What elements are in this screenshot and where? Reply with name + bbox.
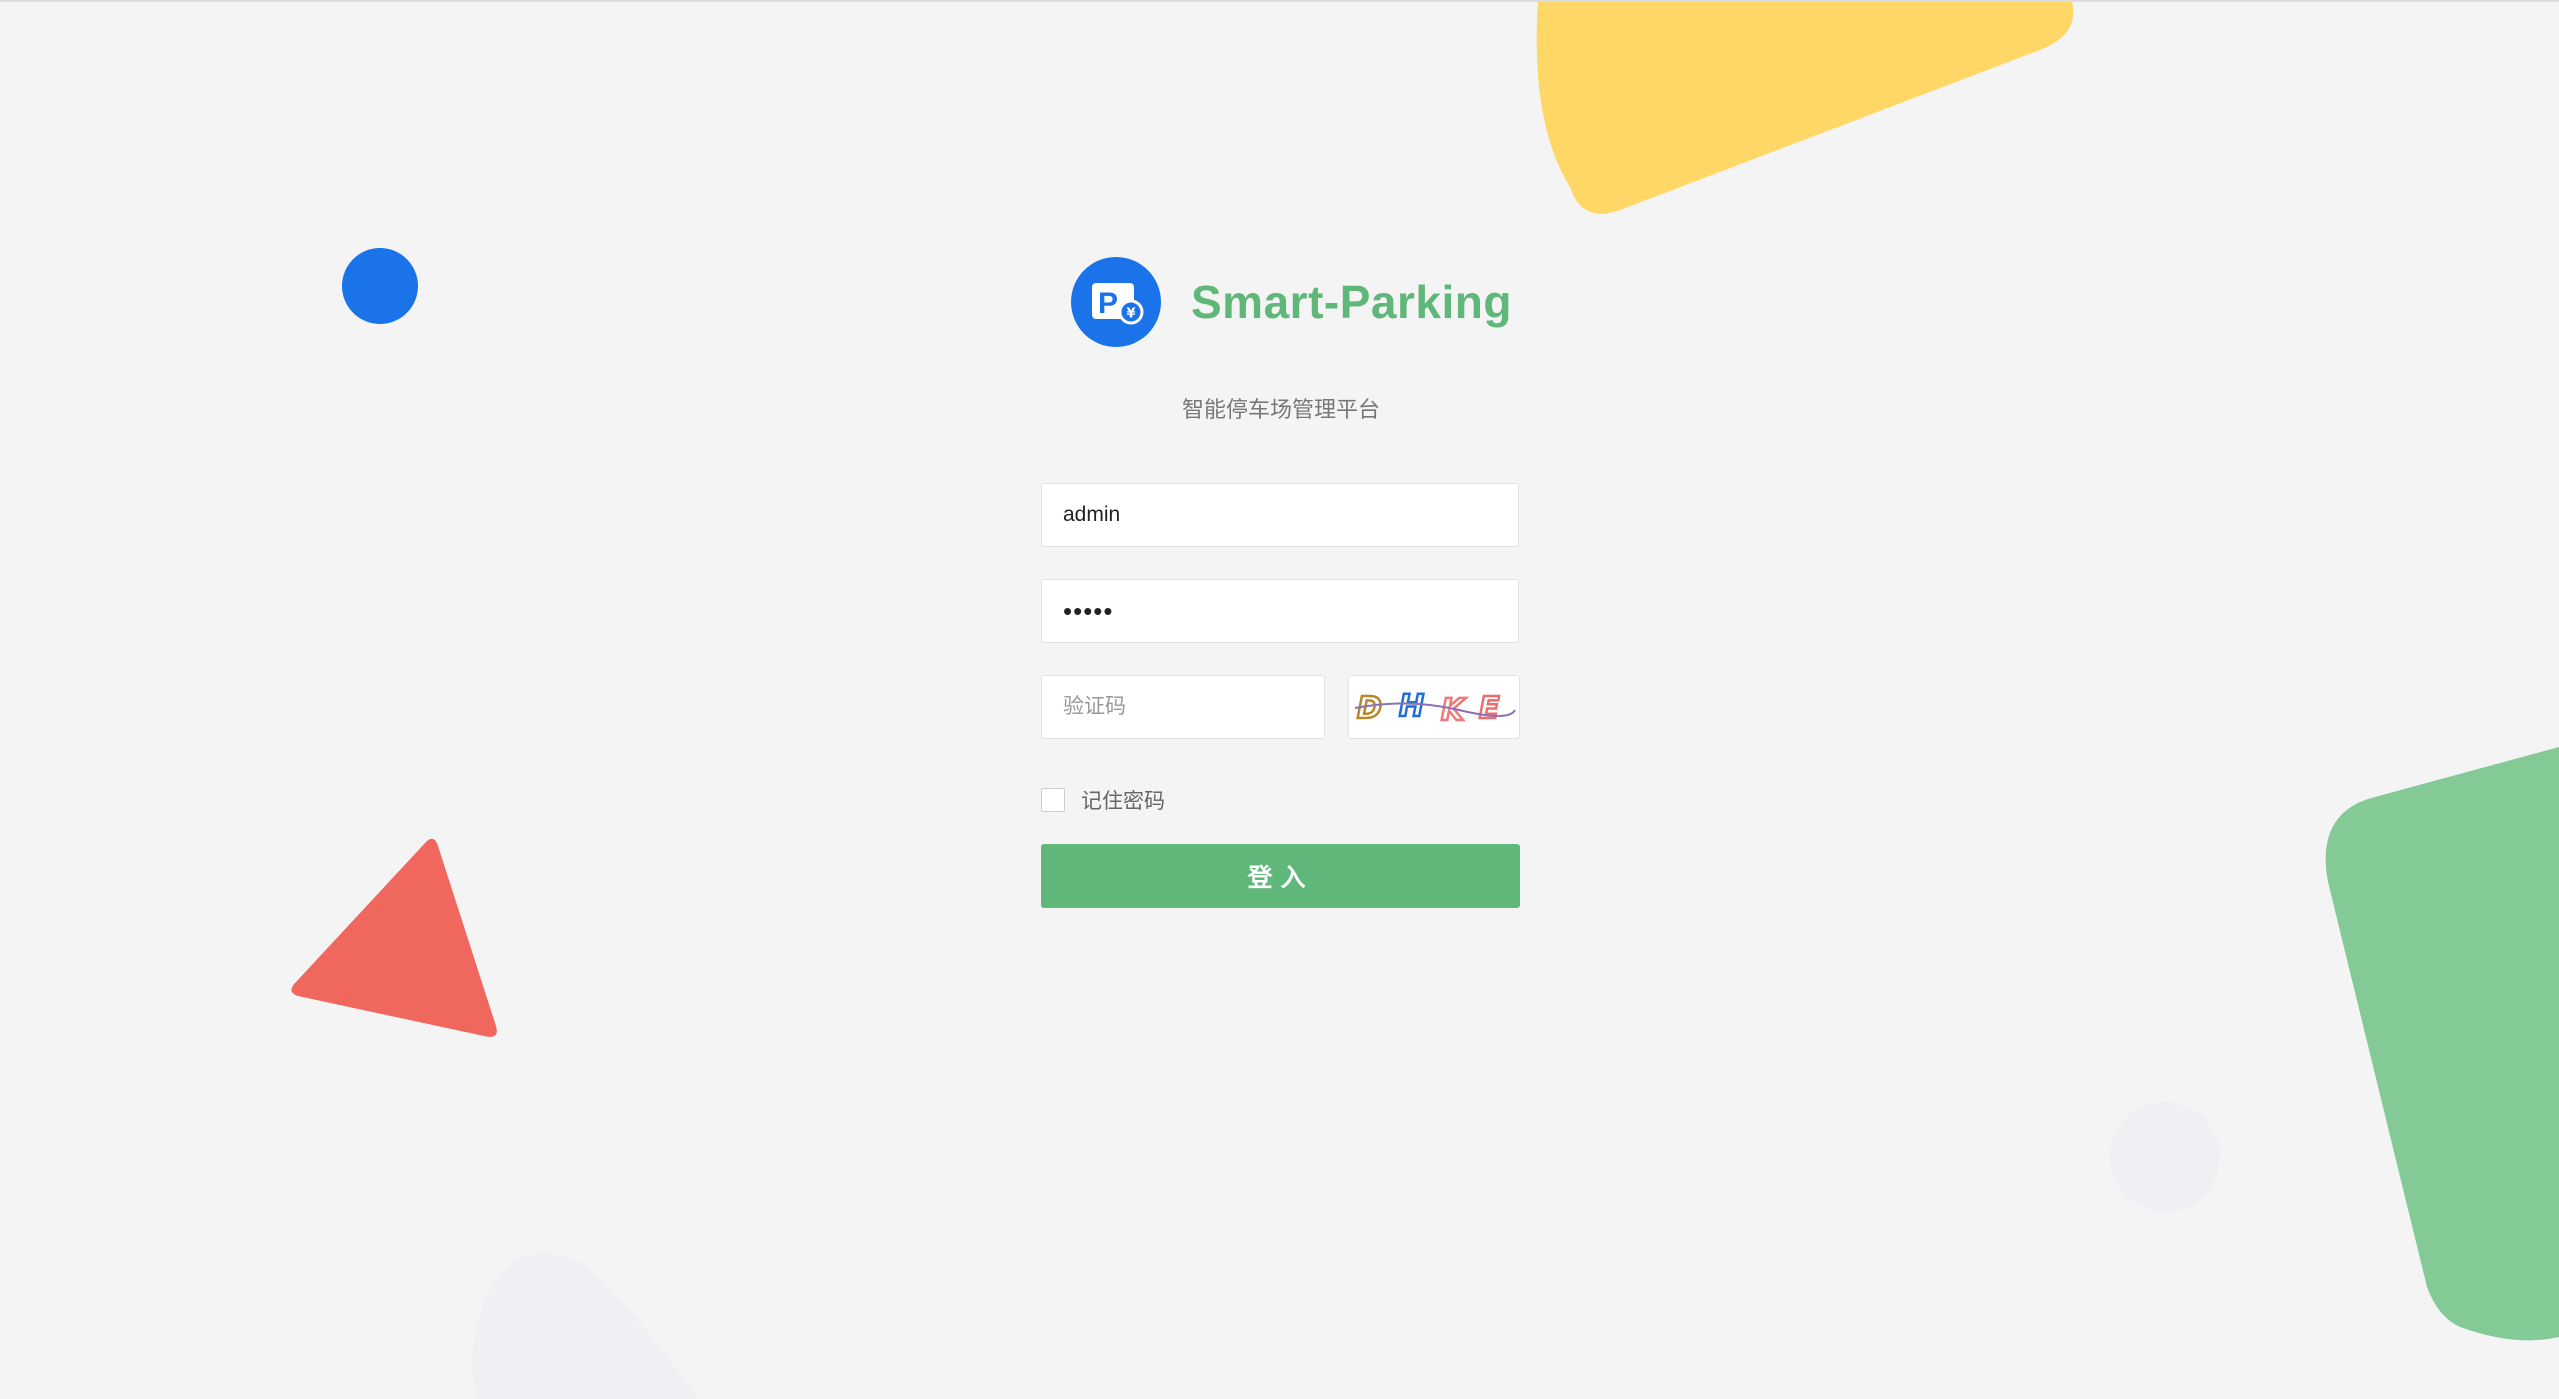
captcha-char: D bbox=[1357, 691, 1382, 726]
password-input[interactable] bbox=[1041, 579, 1519, 643]
captcha-char: E bbox=[1479, 691, 1500, 726]
remember-password-label: 记住密码 bbox=[1081, 789, 1165, 813]
blue-circle-shape bbox=[342, 248, 418, 324]
username-input[interactable] bbox=[1041, 483, 1519, 547]
parking-payment-icon: P ¥ bbox=[1071, 257, 1161, 347]
captcha-char: H bbox=[1399, 689, 1424, 724]
captcha-image[interactable]: D H K E bbox=[1348, 675, 1520, 739]
remember-checkbox[interactable] bbox=[1041, 788, 1065, 812]
faint-circle-shape bbox=[2110, 1102, 2220, 1212]
faint-blob-shape bbox=[472, 1253, 699, 1399]
brand-header: P ¥ Smart-Parking bbox=[1071, 257, 1512, 347]
captcha-input[interactable] bbox=[1041, 675, 1325, 739]
login-page: P ¥ Smart-Parking 智能停车场管理平台 D H K E 记住密码 bbox=[0, 0, 2559, 1399]
svg-text:¥: ¥ bbox=[1127, 307, 1136, 322]
yellow-blob-shape bbox=[1536, 2, 2074, 214]
svg-text:P: P bbox=[1098, 287, 1118, 320]
login-button[interactable]: 登入 bbox=[1041, 844, 1520, 908]
remember-password-toggle[interactable]: 记住密码 bbox=[1041, 785, 1165, 815]
app-subtitle: 智能停车场管理平台 bbox=[1181, 398, 1380, 423]
app-title: Smart-Parking bbox=[1191, 276, 1512, 328]
green-rounded-shape bbox=[2325, 747, 2559, 1341]
red-triangle-shape bbox=[291, 838, 497, 1037]
